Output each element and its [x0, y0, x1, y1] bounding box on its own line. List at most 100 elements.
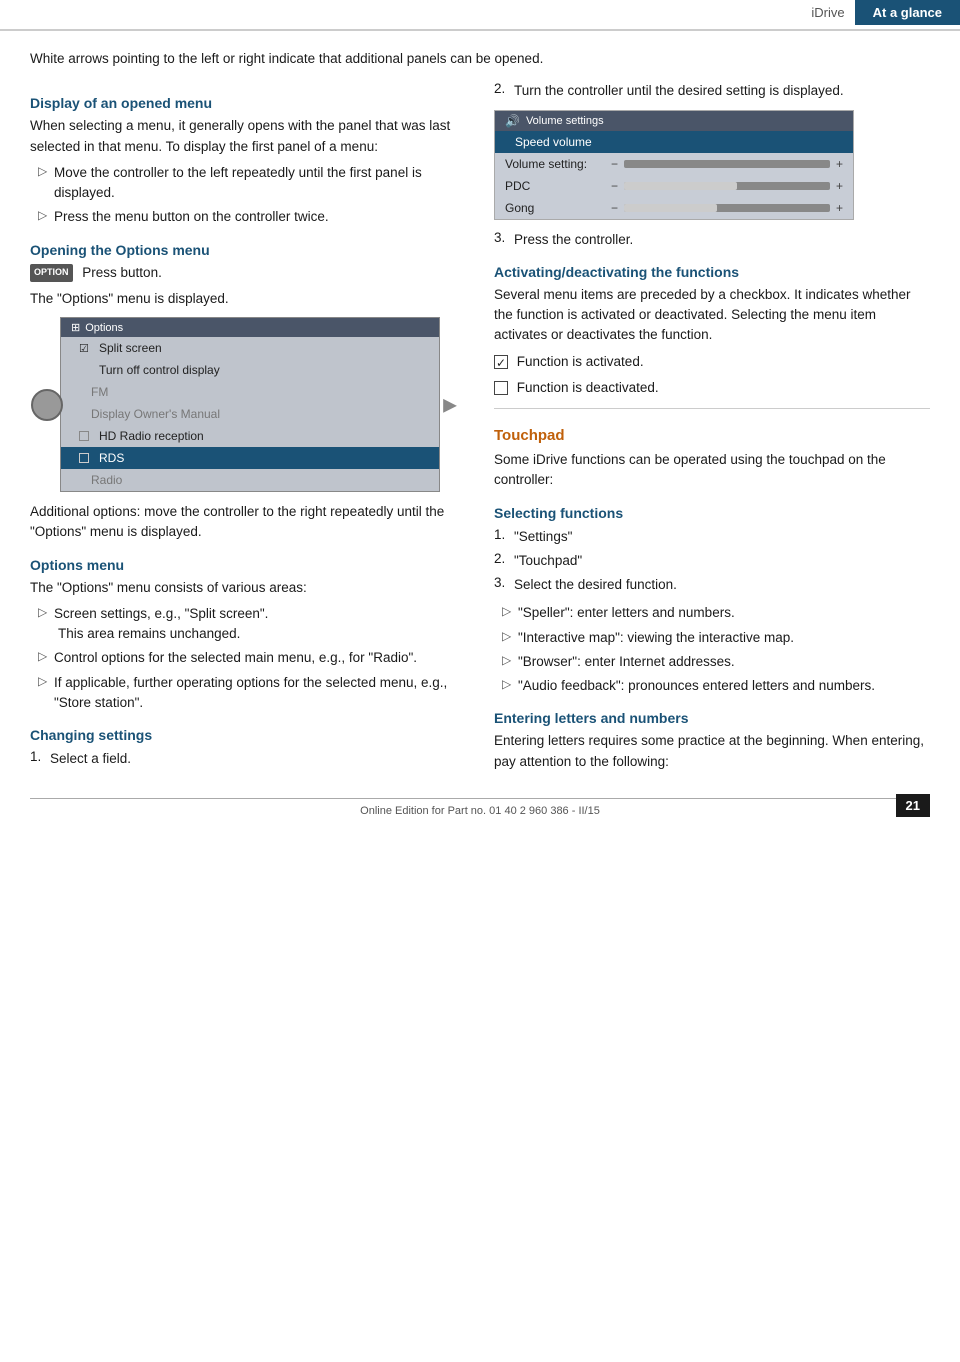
- activate-heading: Activating/deactivating the functions: [494, 264, 930, 280]
- list-item: ▷ "Browser": enter Internet addresses.: [494, 652, 930, 672]
- header-tab: At a glance: [855, 0, 960, 25]
- option-label: Radio: [91, 473, 122, 487]
- option-row-rds: RDS: [61, 447, 439, 469]
- bullet-text: "Browser": enter Internet addresses.: [518, 652, 735, 672]
- bullet-text: If applicable, further operating options…: [54, 673, 466, 714]
- volume-screenshot: 🔊 Volume settings Speed volume Volume se…: [494, 110, 854, 220]
- controller-right-arrow: ▶: [443, 394, 457, 415]
- two-col-layout: Display of an opened menu When selecting…: [30, 81, 930, 778]
- list-item: ▷ "Audio feedback": pronounces entered l…: [494, 676, 930, 696]
- options-title-text: Options: [85, 322, 123, 334]
- intro-text: White arrows pointing to the left or rig…: [30, 49, 930, 69]
- option-row-splitscreen: ☑ Split screen: [61, 337, 439, 359]
- footer-text: Online Edition for Part no. 01 40 2 960 …: [360, 805, 600, 817]
- list-item: 2. "Touchpad": [494, 551, 930, 571]
- plus-icon[interactable]: +: [836, 157, 843, 171]
- section4-steps: 1. Select a field.: [30, 749, 466, 769]
- section3-body: The "Options" menu consists of various a…: [30, 578, 466, 598]
- plus-icon[interactable]: +: [836, 201, 843, 215]
- slider-bar: [624, 182, 830, 190]
- list-item: 3. Select the desired function.: [494, 575, 930, 595]
- step-text: Turn the controller until the desired se…: [514, 81, 844, 101]
- option-row-turnoff: Turn off control display: [61, 359, 439, 381]
- step-number: 1.: [30, 749, 50, 764]
- unchecked-checkbox-icon: [494, 381, 508, 395]
- left-column: Display of an opened menu When selecting…: [30, 81, 466, 778]
- section2-heading: Opening the Options menu: [30, 242, 466, 258]
- page-header: iDrive At a glance: [0, 0, 960, 31]
- list-item: ▷ "Speller": enter letters and numbers.: [494, 603, 930, 623]
- volume-title-bar: 🔊 Volume settings: [495, 111, 853, 131]
- section3-heading: Options menu: [30, 557, 466, 573]
- check-icon: ☑: [79, 342, 93, 355]
- option-label: HD Radio reception: [99, 429, 204, 443]
- list-item: ▷ Move the controller to the left repeat…: [30, 163, 466, 204]
- minus-icon[interactable]: −: [611, 201, 618, 215]
- bullet-text: Move the controller to the left repeated…: [54, 163, 466, 204]
- list-item: ▷ Control options for the selected main …: [30, 648, 466, 668]
- bullet-arrow-icon: ▷: [38, 649, 54, 663]
- option-row-hd: HD Radio reception: [61, 425, 439, 447]
- slider-bar: [624, 160, 830, 168]
- volume-row: Volume setting: − +: [495, 153, 853, 175]
- options-screenshot: ⊞ Options ☑ Split screen Turn off contro…: [60, 317, 440, 492]
- option-label: Split screen: [99, 341, 162, 355]
- list-item: 3. Press the controller.: [494, 230, 930, 250]
- bullet-arrow-icon: ▷: [502, 629, 518, 643]
- header-idrive-label: iDrive: [801, 1, 854, 24]
- minus-icon[interactable]: −: [611, 157, 618, 171]
- touchpad-intro: Some iDrive functions can be operated us…: [494, 450, 930, 491]
- option-button-icon: OPTION: [30, 264, 73, 282]
- selecting-functions-bullets: ▷ "Speller": enter letters and numbers. …: [494, 603, 930, 696]
- list-item: ▷ Press the menu button on the controlle…: [30, 207, 466, 227]
- checkbox-empty-icon: [79, 453, 89, 463]
- bullet-arrow-icon: ▷: [38, 674, 54, 688]
- page-content: White arrows pointing to the left or rig…: [0, 39, 960, 847]
- entering-letters-heading: Entering letters and numbers: [494, 710, 930, 726]
- entering-letters-body: Entering letters requires some practice …: [494, 731, 930, 772]
- step-number: 2.: [494, 551, 514, 566]
- volume-highlighted-row: Speed volume: [495, 131, 853, 153]
- list-item: ▷ Screen settings, e.g., "Split screen".…: [30, 604, 466, 645]
- right-step3: 3. Press the controller.: [494, 230, 930, 250]
- bullet-subtext: This area remains unchanged.: [54, 626, 240, 641]
- selecting-functions-steps: 1. "Settings" 2. "Touchpad" 3. Select th…: [494, 527, 930, 596]
- list-item: 1. "Settings": [494, 527, 930, 547]
- page-number: 21: [896, 794, 930, 817]
- volume-title-icon: 🔊: [505, 114, 520, 128]
- minus-icon[interactable]: −: [611, 179, 618, 193]
- checked-checkbox-icon: [494, 355, 508, 369]
- option-label: Turn off control display: [99, 363, 220, 377]
- options-title-bar: ⊞ Options: [61, 318, 439, 337]
- touchpad-heading: Touchpad: [494, 427, 930, 444]
- list-item: 1. Select a field.: [30, 749, 466, 769]
- row-label: Volume setting:: [505, 157, 605, 171]
- bullet-arrow-icon: ▷: [38, 164, 54, 178]
- step-text: Press the controller.: [514, 230, 633, 250]
- func-off: Function is deactivated.: [494, 378, 930, 398]
- page-footer: Online Edition for Part no. 01 40 2 960 …: [30, 798, 930, 817]
- bullet-arrow-icon: ▷: [502, 677, 518, 691]
- func-on-text: Function is activated.: [517, 354, 644, 369]
- section2-instruction-text: Press button.: [82, 265, 162, 280]
- row-label: Gong: [505, 201, 605, 215]
- func-on: Function is activated.: [494, 352, 930, 372]
- section1-heading: Display of an opened menu: [30, 95, 466, 111]
- options-title-icon: ⊞: [71, 321, 80, 334]
- list-item: 2. Turn the controller until the desired…: [494, 81, 930, 101]
- section3-bullets: ▷ Screen settings, e.g., "Split screen".…: [30, 604, 466, 713]
- step-text: "Settings": [514, 527, 572, 547]
- option-label: Display Owner's Manual: [91, 407, 220, 421]
- list-item: ▷ If applicable, further operating optio…: [30, 673, 466, 714]
- bullet-text: Control options for the selected main me…: [54, 648, 417, 668]
- plus-icon[interactable]: +: [836, 179, 843, 193]
- row-label: PDC: [505, 179, 605, 193]
- step-number: 3.: [494, 575, 514, 590]
- right-column: 2. Turn the controller until the desired…: [494, 81, 930, 778]
- slider-fill: [624, 182, 737, 190]
- step-text: "Touchpad": [514, 551, 582, 571]
- option-row-manual: Display Owner's Manual: [61, 403, 439, 425]
- checkbox-empty-icon: [79, 431, 89, 441]
- volume-title-text: Volume settings: [526, 115, 604, 127]
- right-steps: 2. Turn the controller until the desired…: [494, 81, 930, 101]
